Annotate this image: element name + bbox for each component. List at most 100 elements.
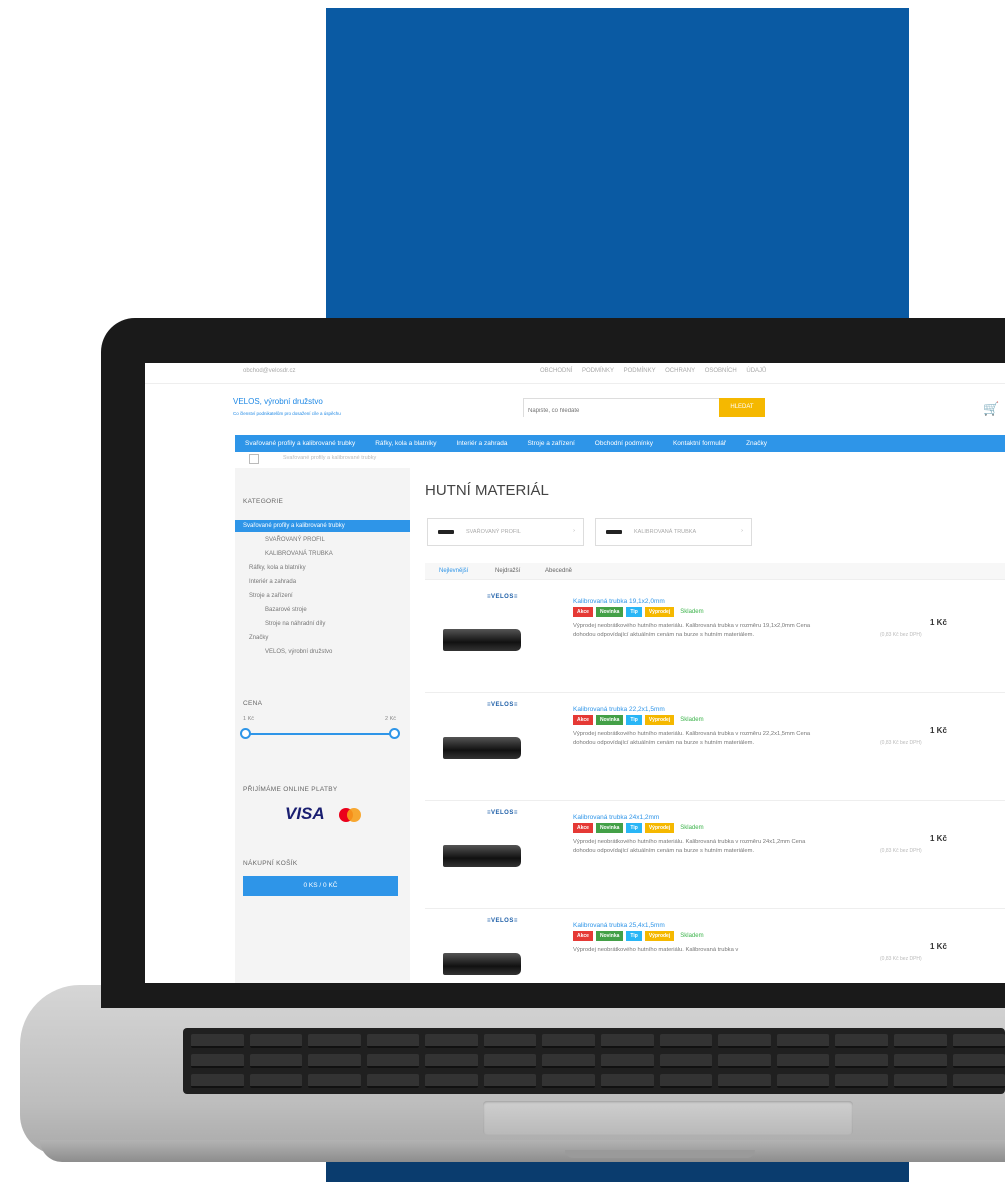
product-row: ≡VELOS≡ Kalibrovaná trubka 24x1,2mm Akce… — [425, 800, 1005, 909]
stock-status: Skladem — [680, 609, 704, 615]
product-name[interactable]: Kalibrovaná trubka 19,1x2,0mm — [573, 598, 665, 605]
laptop-keyboard — [183, 1028, 1005, 1094]
product-price-without-vat: (0,83 Kč bez DPH) — [880, 740, 922, 746]
tab-cheapest[interactable]: Nejlevnější — [439, 568, 468, 574]
brand-tagline: Co členství podnikatelům pro dosažení cí… — [233, 411, 341, 416]
sidebar-item-active[interactable]: Svařované profily a kalibrované trubky — [235, 520, 410, 532]
sidebar-item[interactable]: Značky — [249, 635, 268, 641]
brand-name[interactable]: VELOS, výrobní družstvo — [233, 397, 323, 406]
product-price: 1 Kč — [930, 618, 947, 627]
nav-item-brands[interactable]: Značky — [746, 440, 767, 447]
main-nav: Svařované profily a kalibrované trubky R… — [235, 435, 1005, 452]
laptop-notch — [565, 1150, 755, 1158]
sidebar-item[interactable]: Stroje na náhradní díly — [265, 621, 325, 627]
pipe-icon — [606, 530, 622, 534]
badge-tip: Tip — [626, 931, 642, 941]
badge-akce: Akce — [573, 823, 593, 833]
product-row: ≡VELOS≡ Kalibrovaná trubka 22,2x1,5mm Ak… — [425, 692, 1005, 801]
cart-heading: NÁKUPNÍ KOŠÍK — [243, 860, 298, 867]
sort-tabs: Nejlevnější Nejdražší Abecedně — [425, 563, 1005, 580]
product-brand-logo: ≡VELOS≡ — [487, 918, 518, 924]
stock-status: Skladem — [680, 933, 704, 939]
badge-tip: Tip — [626, 607, 642, 617]
top-links: OBCHODNÍ PODMÍNKY PODMÍNKY OCHRANY OSOBN… — [540, 368, 766, 374]
badge-akce: Akce — [573, 931, 593, 941]
product-price-without-vat: (0,83 Kč bez DPH) — [880, 632, 922, 638]
laptop-base-lip — [40, 1140, 1005, 1162]
product-badges: Akce Novinka Tip Výprodej Skladem — [573, 715, 704, 725]
nav-item-machines[interactable]: Stroje a zařízení — [527, 440, 574, 447]
badge-akce: Akce — [573, 607, 593, 617]
page-title: HUTNÍ MATERIÁL — [425, 482, 549, 499]
badge-vyprodej: Výprodej — [644, 931, 675, 941]
product-price-without-vat: (0,83 Kč bez DPH) — [880, 956, 922, 962]
subcategory-card[interactable]: KALIBROVANÁ TRUBKA › — [595, 518, 752, 546]
product-price: 1 Kč — [930, 942, 947, 951]
product-name[interactable]: Kalibrovaná trubka 25,4x1,5mm — [573, 922, 665, 929]
keyboard-row — [191, 1074, 1005, 1088]
subcategory-card[interactable]: SVAŘOVANÝ PROFIL › — [427, 518, 584, 546]
nav-item-profiles[interactable]: Svařované profily a kalibrované trubky — [245, 440, 355, 447]
product-row: ≡VELOS≡ Kalibrovaná trubka 25,4x1,5mm Ak… — [425, 908, 1005, 983]
background-blue-panel — [326, 8, 909, 320]
price-slider-min-handle[interactable] — [240, 728, 251, 739]
laptop-screen: obchod@velosdr.cz OBCHODNÍ PODMÍNKY PODM… — [145, 363, 1005, 983]
product-description: Výprodej neobrátkového hutního materiálu… — [573, 947, 739, 953]
chevron-right-icon: › — [741, 528, 743, 534]
product-image[interactable] — [443, 737, 521, 759]
product-description: Výprodej neobrátkového hutního materiálu… — [573, 839, 806, 854]
stock-status: Skladem — [680, 825, 704, 831]
home-icon[interactable] — [249, 454, 259, 464]
badge-tip: Tip — [626, 715, 642, 725]
nav-item-terms[interactable]: Obchodní podmínky — [595, 440, 653, 447]
badge-vyprodej: Výprodej — [644, 823, 675, 833]
search-input[interactable] — [524, 403, 742, 419]
sidebar-item[interactable]: VELOS, výrobní družstvo — [265, 649, 332, 655]
nav-item-rims[interactable]: Ráfky, kola a blatníky — [375, 440, 436, 447]
categories-heading: KATEGORIE — [243, 498, 284, 505]
price-max-label: 2 Kč — [385, 716, 397, 722]
product-name[interactable]: Kalibrovaná trubka 24x1,2mm — [573, 814, 659, 821]
tab-alphabetical[interactable]: Abecedně — [545, 568, 572, 574]
product-badges: Akce Novinka Tip Výprodej Skladem — [573, 931, 704, 941]
top-bar: obchod@velosdr.cz OBCHODNÍ PODMÍNKY PODM… — [145, 363, 1005, 384]
sidebar-item[interactable]: KALIBROVANÁ TRUBKA — [265, 551, 333, 557]
visa-logo: VISA — [285, 804, 325, 823]
price-slider-max-handle[interactable] — [389, 728, 400, 739]
cart-icon[interactable]: 🛒 — [983, 401, 999, 417]
product-brand-logo: ≡VELOS≡ — [487, 702, 518, 708]
product-image[interactable] — [443, 629, 521, 651]
product-description: Výprodej neobrátkového hutního materiálu… — [573, 623, 811, 638]
cart-button[interactable]: 0 KS / 0 KČ — [243, 876, 398, 896]
terms-link[interactable]: OBCHODNÍ PODMÍNKY — [540, 368, 614, 374]
sidebar-item[interactable]: SVAŘOVANÝ PROFIL — [265, 537, 325, 543]
contact-email[interactable]: obchod@velosdr.cz — [243, 368, 295, 374]
product-description: Výprodej neobrátkového hutního materiálu… — [573, 731, 811, 746]
product-row: ≡VELOS≡ Kalibrovaná trubka 19,1x2,0mm Ak… — [425, 584, 1005, 693]
badge-novinka: Novinka — [595, 931, 624, 941]
site-header: VELOS, výrobní družstvo Co členství podn… — [145, 383, 1005, 435]
sidebar-item[interactable]: Interiér a zahrada — [249, 579, 296, 585]
product-image[interactable] — [443, 845, 521, 867]
product-price: 1 Kč — [930, 726, 947, 735]
tab-most-expensive[interactable]: Nejdražší — [495, 568, 520, 574]
privacy-link[interactable]: PODMÍNKY OCHRANY OSOBNÍCH ÚDAJŮ — [624, 368, 767, 374]
badge-novinka: Novinka — [595, 823, 624, 833]
search-button[interactable]: HLEDAT — [719, 398, 765, 417]
product-brand-logo: ≡VELOS≡ — [487, 810, 518, 816]
badge-vyprodej: Výprodej — [644, 607, 675, 617]
product-badges: Akce Novinka Tip Výprodej Skladem — [573, 823, 704, 833]
badge-novinka: Novinka — [595, 715, 624, 725]
product-price-without-vat: (0,83 Kč bez DPH) — [880, 848, 922, 854]
sidebar-item[interactable]: Ráfky, kola a blatníky — [249, 565, 306, 571]
nav-item-contact[interactable]: Kontaktní formulář — [673, 440, 726, 447]
search-box: HLEDAT — [523, 398, 765, 419]
product-image[interactable] — [443, 953, 521, 975]
product-name[interactable]: Kalibrovaná trubka 22,2x1,5mm — [573, 706, 665, 713]
price-min-label: 1 Kč — [243, 716, 255, 722]
subcategory-label: SVAŘOVANÝ PROFIL — [466, 529, 521, 535]
nav-item-interior[interactable]: Interiér a zahrada — [457, 440, 508, 447]
sidebar-item[interactable]: Bazarové stroje — [265, 607, 307, 613]
sidebar-item[interactable]: Stroje a zařízení — [249, 593, 293, 599]
breadcrumb-current: Svařované profily a kalibrované trubky — [283, 455, 377, 461]
